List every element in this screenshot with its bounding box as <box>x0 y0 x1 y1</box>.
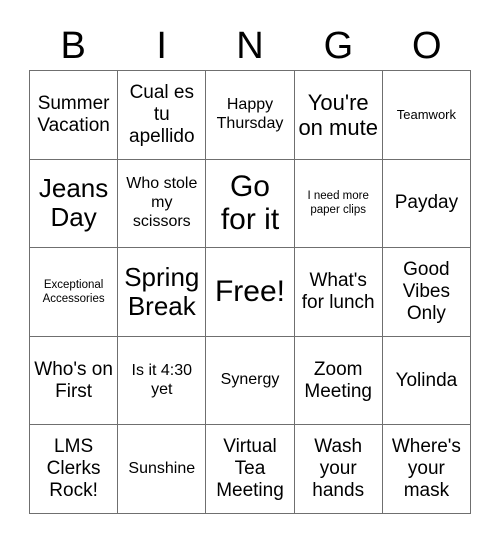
bingo-cell-text: Go for it <box>220 169 280 237</box>
bingo-cell-text: Exceptional Accessories <box>42 278 105 305</box>
bingo-cell[interactable]: You're on mute <box>294 71 383 160</box>
bingo-cell[interactable]: Happy Thursday <box>206 71 295 160</box>
header-letter-text: N <box>236 25 264 67</box>
bingo-cell-text: Payday <box>394 192 459 214</box>
bingo-cell[interactable]: Where's your mask <box>382 425 471 514</box>
bingo-cell-text: Jeans Day <box>38 173 109 233</box>
bingo-cell[interactable]: Teamwork <box>382 71 471 160</box>
bingo-cell-text: Who's on First <box>34 358 113 402</box>
bingo-header-letter-n: N <box>206 22 294 70</box>
bingo-cell-text: Happy Thursday <box>216 95 284 132</box>
bingo-cell[interactable]: Go for it <box>206 159 295 249</box>
bingo-cell-text: Teamwork <box>396 107 457 122</box>
bingo-cell-text: Good Vibes Only <box>402 258 450 324</box>
bingo-cell[interactable]: LMS Clerks Rock! <box>30 425 119 514</box>
bingo-cell[interactable]: Exceptional Accessories <box>30 248 119 337</box>
bingo-cell-text: LMS Clerks Rock! <box>46 436 101 502</box>
bingo-cell-text: Where's your mask <box>391 436 461 502</box>
bingo-cell[interactable]: Synergy <box>206 336 295 426</box>
bingo-cell-text: Summer Vacation <box>37 92 110 136</box>
bingo-grid: Summer Vacation Cual es tu apellido Happ… <box>29 70 471 514</box>
bingo-cell-text: Synergy <box>220 371 280 389</box>
bingo-cell[interactable]: Jeans Day <box>30 159 119 249</box>
bingo-cell-free[interactable]: Free! <box>206 248 295 337</box>
bingo-cell[interactable]: I need more paper clips <box>294 159 383 249</box>
bingo-cell[interactable]: Wash your hands <box>294 425 383 514</box>
bingo-cell-text: Who stole my scissors <box>126 175 198 230</box>
bingo-cell-text: Spring Break <box>124 261 200 321</box>
bingo-cell[interactable]: Who stole my scissors <box>118 159 207 249</box>
bingo-header-row: B I N G O <box>29 22 471 70</box>
header-letter-text: I <box>156 25 167 67</box>
bingo-cell-text: Is it 4:30 yet <box>131 361 193 398</box>
bingo-cell[interactable]: Payday <box>382 159 471 249</box>
header-letter-text: G <box>323 25 354 67</box>
bingo-header-letter-o: O <box>383 22 471 70</box>
bingo-header-letter-b: B <box>29 22 117 70</box>
bingo-cell[interactable]: Cual es tu apellido <box>118 71 207 160</box>
bingo-cell-text: Cual es tu apellido <box>129 81 195 147</box>
bingo-cell[interactable]: Summer Vacation <box>30 71 119 160</box>
bingo-cell-text: Wash your hands <box>312 436 365 502</box>
header-letter-text: O <box>412 25 442 67</box>
bingo-cell-text: You're on mute <box>298 89 378 140</box>
bingo-card: B I N G O Summer Vacation Cual es tu ape… <box>0 0 500 544</box>
bingo-cell[interactable]: Good Vibes Only <box>382 248 471 337</box>
bingo-header-letter-g: G <box>294 22 382 70</box>
bingo-cell[interactable]: Sunshine <box>118 425 207 514</box>
bingo-cell[interactable]: Zoom Meeting <box>294 336 383 426</box>
bingo-cell[interactable]: Who's on First <box>30 336 119 426</box>
bingo-cell[interactable]: Yolinda <box>382 336 471 426</box>
bingo-cell-text: Sunshine <box>128 459 196 477</box>
bingo-cell-text: What's for lunch <box>301 269 375 313</box>
bingo-header-letter-i: I <box>117 22 205 70</box>
bingo-cell-text: I need more paper clips <box>307 190 369 217</box>
header-letter-text: B <box>60 25 86 67</box>
bingo-cell-text: Free! <box>214 275 285 309</box>
bingo-cell[interactable]: What's for lunch <box>294 248 383 337</box>
bingo-cell[interactable]: Spring Break <box>118 248 207 337</box>
bingo-cell[interactable]: Virtual Tea Meeting <box>206 425 295 514</box>
bingo-cell[interactable]: Is it 4:30 yet <box>118 336 207 426</box>
bingo-cell-text: Yolinda <box>395 369 458 391</box>
bingo-cell-text: Virtual Tea Meeting <box>216 436 284 502</box>
bingo-cell-text: Zoom Meeting <box>304 358 372 402</box>
